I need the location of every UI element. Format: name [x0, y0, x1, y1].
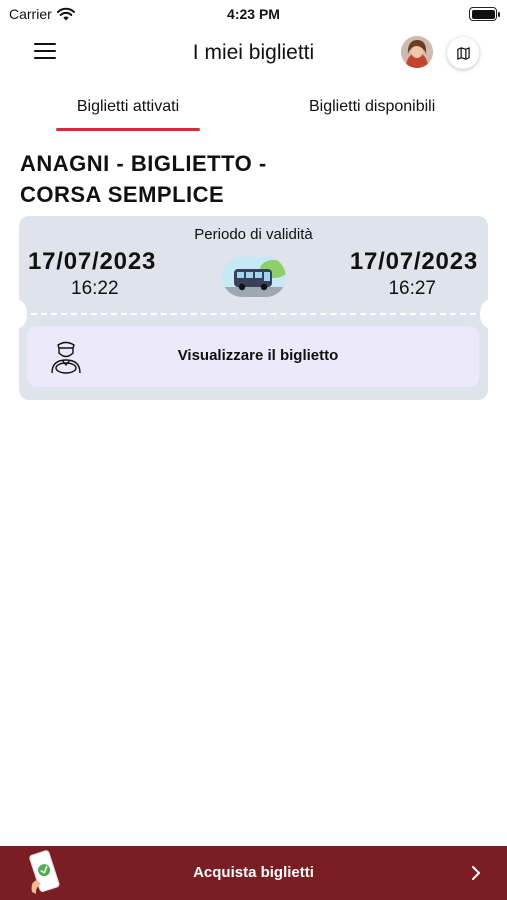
end-time: 16:27 [388, 278, 436, 299]
active-tab-indicator [56, 128, 200, 131]
chevron-right-icon [472, 866, 480, 880]
status-bar: Carrier 4:23 PM [0, 0, 507, 30]
avatar-image [401, 36, 433, 68]
validity-label: Periodo di validità [194, 226, 313, 243]
bus-icon [222, 257, 286, 297]
start-time: 16:22 [71, 278, 119, 299]
ticket-notch-right [480, 300, 488, 328]
buy-tickets-label: Acquista biglietti [193, 864, 314, 881]
ticket-notch-left [19, 300, 27, 328]
tab-available-tickets[interactable]: Biglietti disponibili [309, 98, 435, 116]
tab-bar: Biglietti attivati Biglietti disponibili [0, 98, 507, 134]
ticket-card: Periodo di validità 17/07/2023 16:22 17/… [19, 216, 488, 400]
app-header: I miei biglietti [0, 30, 507, 76]
tab-activated-tickets[interactable]: Biglietti attivati [56, 98, 200, 116]
start-date: 17/07/2023 [28, 248, 157, 275]
ticket-title: ANAGNI - BIGLIETTO - CORSA SEMPLICE [20, 151, 267, 207]
view-ticket-label: Visualizzare il biglietto [177, 347, 339, 364]
view-ticket-button[interactable]: Visualizzare il biglietto [27, 326, 479, 387]
end-date: 17/07/2023 [349, 248, 478, 275]
ticket-perforation [31, 313, 476, 315]
battery-icon [469, 7, 500, 21]
avatar[interactable] [401, 36, 433, 68]
status-time: 4:23 PM [227, 6, 280, 22]
buy-tickets-bar[interactable]: Acquista biglietti [0, 846, 507, 900]
map-icon[interactable] [447, 37, 479, 69]
